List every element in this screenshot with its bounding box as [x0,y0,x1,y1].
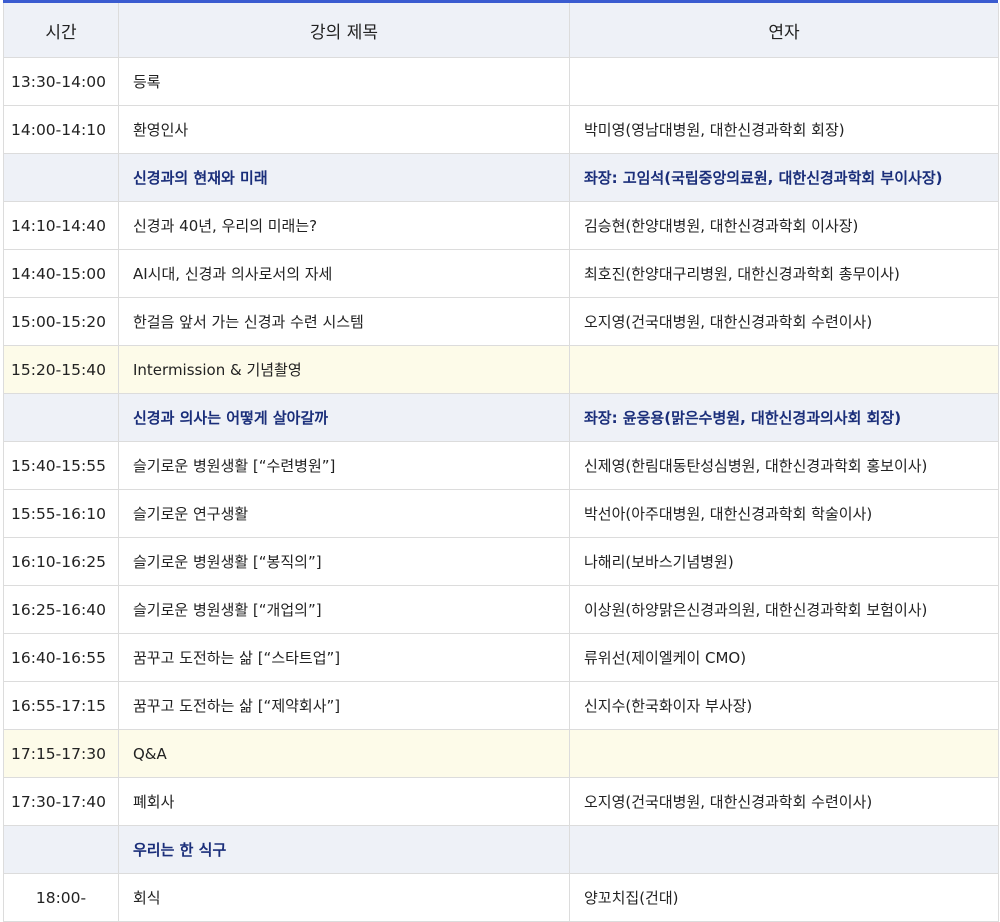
cell-title: AI시대, 신경과 의사로서의 자세 [118,249,570,298]
cell-time: 15:55-16:10 [3,489,119,538]
schedule-container: 시간 강의 제목 연자 13:30-14:00 등록 14:00-14:10 환영인사… [3,0,999,922]
table-row: 신경과 의사는 어떻게 살아갈까 좌장: 윤웅용(맑은수병원, 대한신경과의사회 … [3,393,999,442]
header-title: 강의 제목 [118,3,570,58]
cell-time [3,393,119,442]
cell-title: 신경과의 현재와 미래 [118,153,570,202]
table-row: 13:30-14:00 등록 [3,57,999,106]
cell-speaker: 신제영(한림대동탄성심병원, 대한신경과학회 홍보이사) [569,441,999,490]
cell-title: 신경과 40년, 우리의 미래는? [118,201,570,250]
cell-time: 14:40-15:00 [3,249,119,298]
cell-speaker: 이상원(하양맑은신경과의원, 대한신경과학회 보험이사) [569,585,999,634]
cell-speaker: 오지영(건국대병원, 대한신경과학회 수련이사) [569,777,999,826]
table-row: 15:00-15:20 한걸음 앞서 가는 신경과 수련 시스템 오지영(건국대병원… [3,297,999,346]
cell-title: 꿈꾸고 도전하는 삶 [“제약회사”] [118,681,570,730]
table-row: 15:20-15:40 Intermission & 기념촬영 [3,345,999,394]
cell-title: 폐회사 [118,777,570,826]
cell-time: 14:00-14:10 [3,105,119,154]
cell-speaker: 박미영(영남대병원, 대한신경과학회 회장) [569,105,999,154]
cell-speaker [569,825,999,874]
cell-speaker: 신지수(한국화이자 부사장) [569,681,999,730]
cell-time: 16:25-16:40 [3,585,119,634]
cell-title: 우리는 한 식구 [118,825,570,874]
cell-time: 17:15-17:30 [3,729,119,778]
table-row: 16:55-17:15 꿈꾸고 도전하는 삶 [“제약회사”] 신지수(한국화이자 … [3,681,999,730]
cell-speaker: 박선아(아주대병원, 대한신경과학회 학술이사) [569,489,999,538]
cell-speaker: 최호진(한양대구리병원, 대한신경과학회 총무이사) [569,249,999,298]
cell-title: 한걸음 앞서 가는 신경과 수련 시스템 [118,297,570,346]
table-row: 16:10-16:25 슬기로운 병원생활 [“봉직의”] 나해리(보바스기념병원) [3,537,999,586]
cell-time: 16:55-17:15 [3,681,119,730]
cell-time: 15:40-15:55 [3,441,119,490]
cell-time: 14:10-14:40 [3,201,119,250]
cell-title: Q&A [118,729,570,778]
cell-time: 16:10-16:25 [3,537,119,586]
table-row: 14:40-15:00 AI시대, 신경과 의사로서의 자세 최호진(한양대구리병원… [3,249,999,298]
schedule-table: 시간 강의 제목 연자 13:30-14:00 등록 14:00-14:10 환영인사… [3,3,999,922]
table-row: 14:10-14:40 신경과 40년, 우리의 미래는? 김승현(한양대병원, 대… [3,201,999,250]
table-row: 우리는 한 식구 [3,825,999,874]
cell-time [3,825,119,874]
cell-title: 회식 [118,873,570,922]
cell-speaker: 나해리(보바스기념병원) [569,537,999,586]
cell-time: 15:00-15:20 [3,297,119,346]
header-time: 시간 [3,3,119,58]
table-row: 신경과의 현재와 미래 좌장: 고임석(국립중앙의료원, 대한신경과학회 부이사장… [3,153,999,202]
table-row: 17:15-17:30 Q&A [3,729,999,778]
cell-title: 슬기로운 연구생활 [118,489,570,538]
cell-time: 13:30-14:00 [3,57,119,106]
table-row: 16:25-16:40 슬기로운 병원생활 [“개업의”] 이상원(하양맑은신경과의… [3,585,999,634]
schedule-body: 13:30-14:00 등록 14:00-14:10 환영인사 박미영(영남대병원, 대… [3,57,999,922]
table-row: 15:55-16:10 슬기로운 연구생활 박선아(아주대병원, 대한신경과학회 학… [3,489,999,538]
header-speaker: 연자 [569,3,999,58]
cell-speaker [569,57,999,106]
table-row: 16:40-16:55 꿈꾸고 도전하는 삶 [“스타트업”] 류위선(제이엘케이 … [3,633,999,682]
cell-speaker: 양꼬치집(건대) [569,873,999,922]
cell-speaker: 류위선(제이엘케이 CMO) [569,633,999,682]
header-row: 시간 강의 제목 연자 [3,3,999,58]
cell-speaker: 오지영(건국대병원, 대한신경과학회 수련이사) [569,297,999,346]
cell-speaker: 좌장: 고임석(국립중앙의료원, 대한신경과학회 부이사장) [569,153,999,202]
cell-title: 환영인사 [118,105,570,154]
table-row: 15:40-15:55 슬기로운 병원생활 [“수련병원”] 신제영(한림대동탄성심… [3,441,999,490]
cell-title: 꿈꾸고 도전하는 삶 [“스타트업”] [118,633,570,682]
cell-title: 신경과 의사는 어떻게 살아갈까 [118,393,570,442]
cell-time: 15:20-15:40 [3,345,119,394]
cell-speaker [569,345,999,394]
cell-speaker [569,729,999,778]
cell-title: 등록 [118,57,570,106]
table-row: 18:00- 회식 양꼬치집(건대) [3,873,999,922]
cell-title: 슬기로운 병원생활 [“봉직의”] [118,537,570,586]
cell-title: 슬기로운 병원생활 [“개업의”] [118,585,570,634]
cell-speaker: 김승현(한양대병원, 대한신경과학회 이사장) [569,201,999,250]
cell-speaker: 좌장: 윤웅용(맑은수병원, 대한신경과의사회 회장) [569,393,999,442]
table-row: 17:30-17:40 폐회사 오지영(건국대병원, 대한신경과학회 수련이사) [3,777,999,826]
cell-time: 17:30-17:40 [3,777,119,826]
table-row: 14:00-14:10 환영인사 박미영(영남대병원, 대한신경과학회 회장) [3,105,999,154]
cell-time [3,153,119,202]
cell-time: 18:00- [3,873,119,922]
cell-title: Intermission & 기념촬영 [118,345,570,394]
cell-time: 16:40-16:55 [3,633,119,682]
cell-title: 슬기로운 병원생활 [“수련병원”] [118,441,570,490]
